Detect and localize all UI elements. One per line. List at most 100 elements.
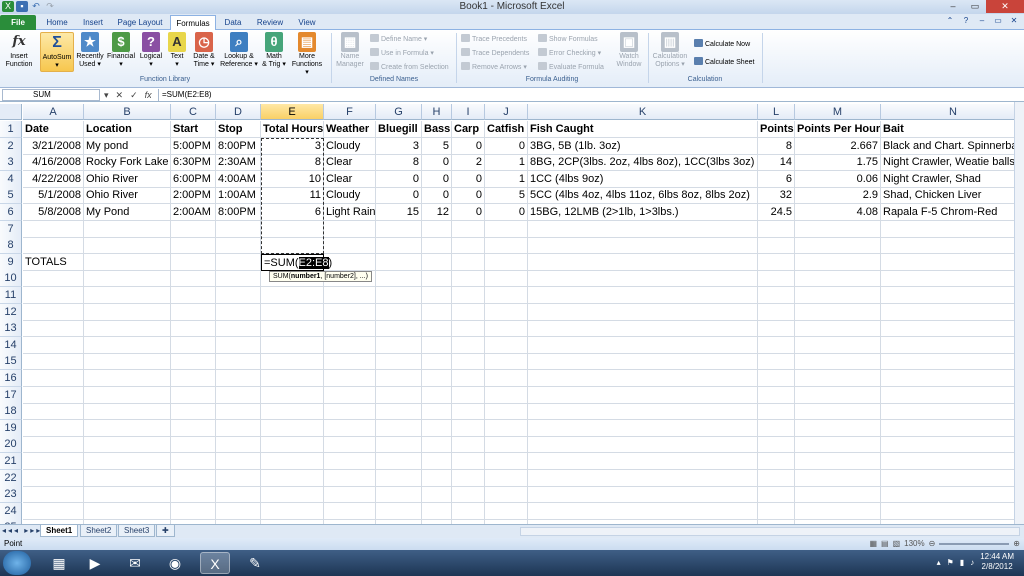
cell-a9[interactable]: TOTALS — [23, 253, 84, 271]
grid-cell[interactable] — [758, 386, 795, 404]
grid-cell[interactable] — [452, 303, 485, 321]
grid-cell[interactable] — [23, 303, 84, 321]
grid-cell[interactable] — [452, 403, 485, 421]
create-from-selection-button[interactable]: Create from Selection — [370, 62, 449, 71]
cell-m2[interactable]: 2.667 — [795, 137, 881, 155]
column-header-e[interactable]: E — [261, 104, 324, 120]
cell-l3[interactable]: 14 — [758, 154, 795, 172]
grid-cell[interactable] — [216, 353, 261, 371]
cell-k1[interactable]: Fish Caught — [528, 121, 758, 138]
grid-cell[interactable] — [485, 486, 528, 504]
grid-cell[interactable] — [84, 386, 171, 404]
grid-cell[interactable] — [422, 320, 452, 338]
text-button[interactable]: A Text ▾ — [166, 32, 188, 69]
grid-cell[interactable] — [324, 370, 376, 387]
grid-cell[interactable] — [376, 453, 422, 470]
cell-f3[interactable]: Clear — [324, 154, 376, 172]
grid-cell[interactable] — [795, 403, 881, 421]
grid-cell[interactable] — [216, 320, 261, 338]
grid-cell[interactable] — [261, 220, 324, 238]
grid-cell[interactable] — [485, 469, 528, 487]
grid-cell[interactable] — [528, 486, 758, 504]
window-minimize-icon[interactable]: – — [976, 16, 988, 27]
vertical-scrollbar[interactable] — [1014, 102, 1024, 524]
grid-cell[interactable] — [171, 386, 216, 404]
grid-cell[interactable] — [216, 303, 261, 321]
grid-cell[interactable] — [216, 502, 261, 520]
grid-cell[interactable] — [261, 370, 324, 387]
grid-cell[interactable] — [422, 486, 452, 504]
watch-window-button[interactable]: ▣ Watch Window — [613, 32, 645, 69]
cell-g1[interactable]: Bluegill — [376, 121, 422, 138]
grid-cell[interactable] — [422, 353, 452, 371]
help-icon[interactable]: ? — [960, 16, 972, 27]
grid-cell[interactable] — [84, 270, 171, 288]
grid-cell[interactable] — [758, 486, 795, 504]
grid-cell[interactable] — [795, 220, 881, 238]
window-restore-icon[interactable]: ▭ — [992, 16, 1004, 27]
column-header-m[interactable]: M — [795, 104, 881, 120]
grid-cell[interactable] — [324, 353, 376, 371]
grid-cell[interactable] — [528, 436, 758, 454]
grid-cell[interactable] — [376, 403, 422, 421]
row-header-23[interactable]: 23 — [0, 486, 22, 504]
grid-cell[interactable] — [324, 303, 376, 321]
grid-cell[interactable] — [452, 336, 485, 354]
grid-cell[interactable] — [485, 320, 528, 338]
column-header-d[interactable]: D — [216, 104, 261, 120]
column-header-f[interactable]: F — [324, 104, 376, 120]
grid-cell[interactable] — [376, 486, 422, 504]
zoom-out-icon[interactable]: ⊖ — [929, 538, 936, 550]
cell-i4[interactable]: 0 — [452, 170, 485, 188]
grid-cell[interactable] — [881, 453, 1024, 470]
cell-g5[interactable]: 0 — [376, 187, 422, 205]
grid-cell[interactable] — [261, 386, 324, 404]
grid-cell[interactable] — [376, 303, 422, 321]
firefox-icon[interactable]: ◉ — [160, 552, 190, 574]
grid-cell[interactable] — [422, 502, 452, 520]
cell-j6[interactable]: 0 — [485, 204, 528, 221]
grid-cell[interactable] — [758, 469, 795, 487]
grid-cell[interactable] — [795, 370, 881, 387]
tab-view[interactable]: View — [292, 15, 322, 30]
grid-cell[interactable] — [261, 469, 324, 487]
grid-cell[interactable] — [528, 253, 758, 271]
grid-cell[interactable] — [881, 287, 1024, 304]
column-header-k[interactable]: K — [528, 104, 758, 120]
grid-cell[interactable] — [485, 502, 528, 520]
grid-cell[interactable] — [485, 220, 528, 238]
cell-i1[interactable]: Carp — [452, 121, 485, 138]
grid-cell[interactable] — [795, 486, 881, 504]
cell-j2[interactable]: 0 — [485, 137, 528, 155]
row-header-14[interactable]: 14 — [0, 336, 22, 354]
flag-icon[interactable]: ⚑ — [947, 558, 954, 567]
cell-d6[interactable]: 8:00PM — [216, 204, 261, 221]
cell-n6[interactable]: Rapala F-5 Chrom-Red — [881, 204, 1024, 221]
grid-cell[interactable] — [376, 220, 422, 238]
grid-cell[interactable] — [84, 403, 171, 421]
cell-c6[interactable]: 2:00AM — [171, 204, 216, 221]
financial-button[interactable]: $ Financial ▾ — [106, 32, 136, 69]
grid-cell[interactable] — [376, 270, 422, 288]
grid-cell[interactable] — [795, 303, 881, 321]
grid-cell[interactable] — [528, 386, 758, 404]
grid-cell[interactable] — [452, 419, 485, 437]
grid-cell[interactable] — [758, 336, 795, 354]
row-header-13[interactable]: 13 — [0, 320, 22, 338]
grid-cell[interactable] — [216, 370, 261, 387]
grid-cell[interactable] — [324, 220, 376, 238]
grid-cell[interactable] — [795, 270, 881, 288]
grid-cell[interactable] — [452, 436, 485, 454]
grid-cell[interactable] — [452, 270, 485, 288]
cell-l1[interactable]: Points — [758, 121, 795, 138]
cell-e3[interactable]: 8 — [261, 154, 324, 172]
grid-cell[interactable] — [881, 420, 1024, 437]
math-trig-button[interactable]: θ Math & Trig ▾ — [260, 32, 288, 69]
grid-cell[interactable] — [485, 237, 528, 255]
grid-cell[interactable] — [261, 403, 324, 421]
grid-cell[interactable] — [84, 320, 171, 338]
grid-cell[interactable] — [422, 370, 452, 387]
cell-b2[interactable]: My pond — [84, 137, 171, 155]
grid-cell[interactable] — [881, 436, 1024, 454]
grid-cell[interactable] — [452, 237, 485, 255]
